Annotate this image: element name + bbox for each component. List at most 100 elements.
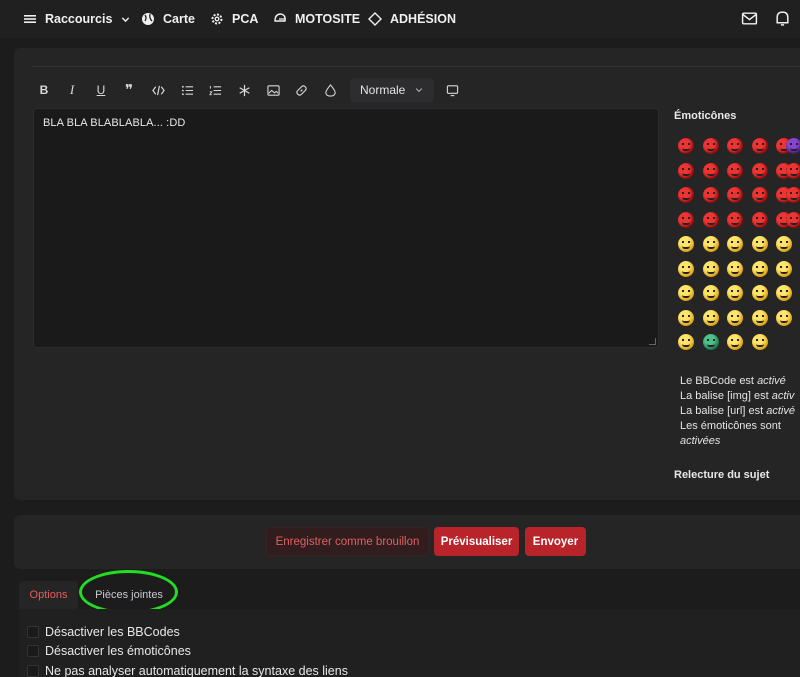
nav-adhesion-label: ADHÉSION [390,12,456,26]
chevron-down-icon [122,16,130,22]
emoticon-icon[interactable] [702,334,719,350]
fullscreen-button[interactable] [440,78,464,102]
bbcode-status: Le BBCode est activé [680,375,786,387]
emoticon-icon[interactable] [702,211,719,228]
underline-button[interactable]: U [89,78,113,102]
emoticon-icon[interactable] [678,334,694,350]
emoticon-icon[interactable] [702,309,719,326]
italic-button[interactable]: I [60,78,84,102]
img-status: La balise [img] est activ [680,390,795,402]
topic-review-title[interactable]: Relecture du sujet [674,469,769,481]
emoticon-icon[interactable] [727,187,743,203]
emoticon-icon[interactable] [776,309,792,326]
emoticon-icon[interactable] [786,138,800,154]
color-button[interactable] [318,78,342,102]
disable-emoticons-checkbox[interactable] [27,645,39,657]
shortcuts-label: Raccourcis [45,12,113,26]
gear-icon [211,13,223,25]
image-icon [266,84,280,96]
asterisk-icon [238,84,250,96]
emoticon-icon[interactable] [751,285,768,301]
emoticon-icon[interactable] [786,187,800,203]
option-disable-emoticons[interactable]: Désactiver les émoticônes [27,644,191,658]
emoticon-icon[interactable] [678,211,694,228]
numbered-list-icon [208,85,221,95]
nav-pca[interactable]: PCA [210,11,258,27]
globe-icon [142,13,154,25]
emoticon-icon[interactable] [751,187,768,203]
emoticon-icon[interactable] [727,285,743,301]
option-disable-bbcode[interactable]: Désactiver les BBCodes [27,625,180,639]
message-textarea[interactable]: BLA BLA BLABLABLA... :DD [33,108,659,348]
emoticon-icon[interactable] [702,285,719,301]
emoticon-icon[interactable] [702,187,719,203]
emoticon-icon[interactable] [678,309,694,326]
emoticon-icon[interactable] [751,236,768,252]
option-label: Désactiver les émoticônes [45,644,191,658]
disable-magic-url-checkbox[interactable] [27,665,39,677]
emoticon-icon[interactable] [776,285,792,301]
emoticon-icon[interactable] [751,138,768,154]
italic-icon: I [69,82,75,97]
save-draft-button[interactable]: Enregistrer comme brouillon [266,527,429,556]
emoticon-icon[interactable] [727,138,743,154]
numbered-list-button[interactable] [203,78,227,102]
nav-adhesion[interactable]: ADHÉSION [368,11,456,27]
emoticon-icon[interactable] [751,260,768,277]
link-icon [295,84,307,96]
emoticon-icon[interactable] [727,162,743,179]
emoticon-icon[interactable] [678,285,694,301]
emoticon-icon[interactable] [751,162,768,179]
emoticon-icon[interactable] [751,309,768,326]
notifications-button[interactable] [774,10,791,32]
emoticon-icon[interactable] [751,211,768,228]
image-button[interactable] [261,78,285,102]
bell-icon [776,11,789,26]
nav-motosite[interactable]: MOTOSITE [273,11,360,27]
emoticon-icon[interactable] [727,260,743,277]
chevron-down-icon [415,88,423,93]
bold-button[interactable]: B [32,78,56,102]
link-button[interactable] [289,78,313,102]
emoticon-icon[interactable] [786,211,800,228]
emoticon-icon[interactable] [678,138,694,154]
messages-button[interactable] [741,10,758,32]
monitor-icon [446,84,458,96]
emoticon-icon[interactable] [786,162,800,179]
emoticon-icon[interactable] [776,260,792,277]
emoticon-icon[interactable] [678,236,694,252]
emoticon-icon[interactable] [776,236,792,252]
emoticon-icon[interactable] [678,162,694,179]
nav-map[interactable]: Carte [141,11,195,27]
emoticon-icon[interactable] [727,211,743,228]
hamburger-icon [24,15,36,23]
emoticon-icon[interactable] [678,260,694,277]
option-disable-magic-url[interactable]: Ne pas analyser automatiquement la synta… [27,664,348,677]
emoticon-icon[interactable] [702,260,719,277]
emoticon-icon[interactable] [702,162,719,179]
send-button[interactable]: Envoyer [525,527,586,556]
quote-button[interactable]: ❞ [117,78,141,102]
disable-bbcode-checkbox[interactable] [27,626,39,638]
option-label: Ne pas analyser automatiquement la synta… [45,664,348,677]
bold-icon: B [39,83,49,97]
nav-map-label: Carte [163,12,195,26]
resize-handle[interactable] [649,338,656,345]
heading-select[interactable]: Normale [350,78,434,102]
emoticon-icon[interactable] [702,138,719,154]
nav-pca-label: PCA [232,12,259,26]
shortcuts-menu[interactable]: Raccourcis [23,11,131,27]
tab-options[interactable]: Options [19,581,78,609]
emoticon-icon[interactable] [727,334,743,350]
emoticon-icon[interactable] [751,334,768,350]
code-button[interactable] [146,78,170,102]
emoticons-title: Émoticônes [674,110,737,122]
emoticon-icon[interactable] [727,236,743,252]
emoticon-icon[interactable] [702,236,719,252]
asterisk-button[interactable] [232,78,256,102]
preview-button[interactable]: Prévisualiser [434,527,519,556]
top-navbar: Raccourcis Carte PCA MOTOSITE ADHÉSION [0,0,800,38]
bullet-list-button[interactable] [175,78,199,102]
emoticon-icon[interactable] [678,187,694,203]
emoticon-icon[interactable] [727,309,743,326]
